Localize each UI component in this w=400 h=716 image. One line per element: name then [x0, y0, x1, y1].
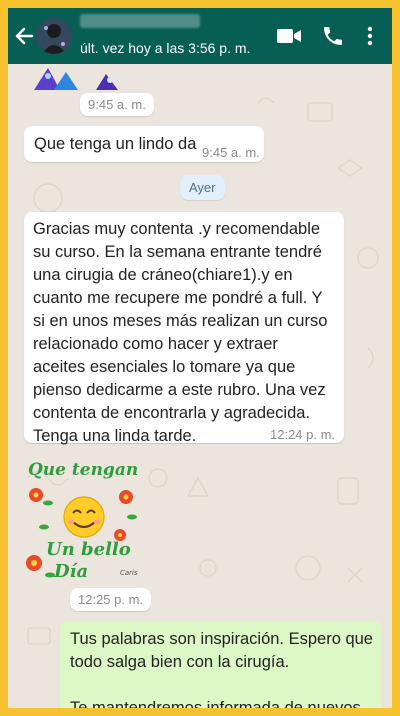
message-timestamp: 9:45 a. m. — [202, 145, 260, 160]
smiley-emoji-icon — [63, 496, 105, 538]
message-text: Gracias muy contenta .y recomendable su … — [33, 220, 328, 445]
back-arrow-icon[interactable] — [12, 22, 38, 50]
message-text: Tus palabras son inspiración. Espero que… — [70, 628, 374, 708]
contact-name-blurred[interactable] — [80, 14, 200, 28]
message-paragraph: Tus palabras son inspiración. Espero que… — [70, 630, 373, 671]
sticker-signature: Caris — [120, 569, 138, 577]
incoming-message[interactable]: Gracias muy contenta .y recomendable su … — [24, 212, 344, 445]
message-text: Que tenga un lindo da — [34, 135, 197, 153]
previous-image-message[interactable] — [26, 64, 126, 90]
chat-header: últ. vez hoy a las 3:56 p. m. — [8, 8, 392, 64]
date-separator: Ayer — [180, 175, 225, 200]
image-timestamp: 9:45 a. m. — [80, 93, 154, 116]
phone-icon[interactable] — [320, 24, 346, 48]
message-timestamp: 12:24 p. m. — [270, 427, 336, 442]
chat-window: últ. vez hoy a las 3:56 p. m. 9:45 a. m.… — [8, 8, 392, 708]
sticker-text-line3: Día — [53, 561, 88, 582]
sticker-message[interactable]: Que tengan Un bello Día Caris — [24, 455, 144, 587]
message-paragraph: Te mantendremos informada de nuevos — [70, 699, 361, 708]
sticker-timestamp: 12:25 p. m. — [70, 588, 152, 611]
video-call-icon[interactable] — [276, 24, 302, 48]
incoming-message[interactable]: Que tenga un lindo da 9:45 a. m. — [24, 126, 264, 162]
sticker-text-line2: Un bello — [46, 539, 131, 560]
last-seen-status: últ. vez hoy a las 3:56 p. m. — [80, 40, 251, 56]
more-vert-icon[interactable] — [360, 24, 380, 48]
outgoing-message[interactable]: Tus palabras son inspiración. Espero que… — [60, 621, 382, 708]
sticker-text-line1: Que tengan — [28, 460, 138, 480]
contact-avatar[interactable] — [36, 18, 72, 54]
